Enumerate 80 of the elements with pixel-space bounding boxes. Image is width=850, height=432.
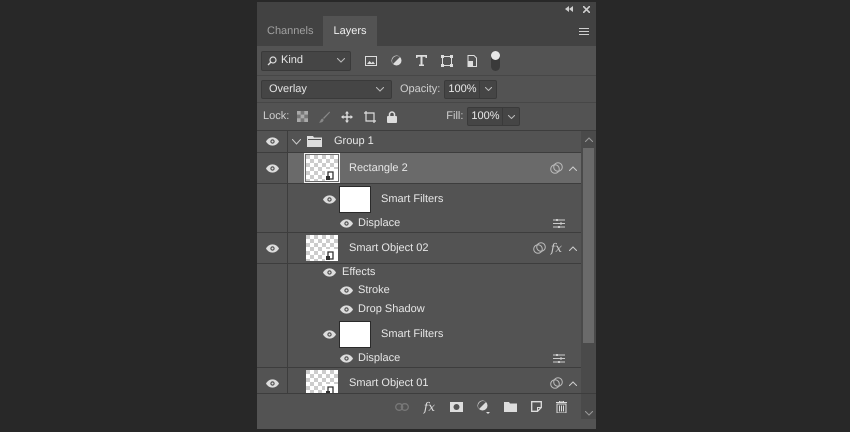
- filter-options-icon[interactable]: [553, 354, 565, 362]
- eye-icon[interactable]: [340, 354, 353, 362]
- eye-icon[interactable]: [266, 137, 278, 146]
- close-icon[interactable]: [583, 6, 590, 12]
- eye-icon[interactable]: [323, 330, 336, 338]
- scroll-thumb[interactable]: [583, 148, 594, 343]
- new-layer-icon[interactable]: [531, 401, 542, 412]
- opacity-label: Opacity:: [400, 82, 440, 97]
- caret-icon: [337, 58, 345, 63]
- search-icon: [267, 56, 277, 66]
- layer-name: Smart Filters: [381, 326, 444, 342]
- fill-dropdown-button[interactable]: [503, 107, 520, 126]
- folder-icon[interactable]: [504, 402, 517, 412]
- folder-icon: [307, 136, 322, 147]
- move-icon[interactable]: [341, 110, 354, 122]
- opacity-dropdown-button[interactable]: [480, 80, 498, 98]
- layer-name: Drop Shadow: [358, 302, 426, 318]
- layer-name: Group 1: [334, 134, 374, 150]
- shape-icon[interactable]: [441, 54, 453, 66]
- mask-icon[interactable]: [450, 402, 463, 412]
- layer-name: Displace: [358, 216, 402, 231]
- fx-badge[interactable]: fx: [550, 239, 563, 257]
- layer-row[interactable]: Smart Object 02 fx: [288, 233, 581, 263]
- layer-row[interactable]: Rectangle 2: [288, 153, 581, 183]
- panel-tab[interactable]: Layers: [323, 16, 377, 46]
- layer-name: Smart Object 01: [349, 376, 430, 391]
- trash-icon[interactable]: [556, 400, 567, 412]
- smart-object-badge-icon: [550, 377, 563, 389]
- layer-row[interactable]: Smart Object 01: [288, 368, 581, 393]
- layer-name: Stroke: [358, 283, 391, 298]
- collapse-caret-icon[interactable]: [569, 166, 577, 170]
- layer-style-button[interactable]: fx: [422, 400, 436, 414]
- expand-caret-icon[interactable]: [292, 138, 301, 144]
- caret-icon: [376, 86, 384, 92]
- image-icon[interactable]: [365, 56, 377, 66]
- scroll-up-icon[interactable]: [584, 137, 592, 142]
- blend-mode-dropdown[interactable]: Overlay: [261, 80, 392, 98]
- eye-icon[interactable]: [340, 305, 353, 314]
- eye-icon[interactable]: [340, 218, 353, 228]
- filter-dropdown[interactable]: Kind: [261, 50, 351, 70]
- lock-icon[interactable]: [387, 110, 398, 122]
- menu-icon[interactable]: [579, 28, 589, 34]
- eye-icon[interactable]: [266, 164, 278, 172]
- fill-label: Fill:: [446, 109, 464, 124]
- eye-icon[interactable]: [266, 244, 278, 252]
- filter-options-icon[interactable]: [553, 218, 565, 228]
- panel-tab[interactable]: Channels: [257, 16, 324, 46]
- layer-name: Displace: [358, 350, 402, 366]
- collapse-caret-icon[interactable]: [569, 246, 577, 250]
- eye-icon[interactable]: [340, 286, 353, 295]
- caret-icon: [508, 114, 515, 118]
- eye-icon[interactable]: [323, 194, 336, 204]
- scroll-down-icon[interactable]: [584, 411, 592, 416]
- eye-icon[interactable]: [266, 378, 278, 388]
- adjustment-icon[interactable]: [477, 400, 490, 414]
- caret-icon: [484, 87, 492, 91]
- filter-mask-thumbnail: [339, 186, 371, 212]
- filter-toggle[interactable]: [491, 50, 500, 70]
- fill-field[interactable]: 100%: [467, 107, 504, 126]
- smart-object-badge-icon: [550, 162, 563, 174]
- collapse-caret-icon[interactable]: [569, 380, 577, 386]
- smart-object-icon[interactable]: [467, 54, 477, 66]
- scrollbar[interactable]: [581, 131, 596, 393]
- type-icon[interactable]: [416, 55, 427, 66]
- opacity-field[interactable]: 100%: [444, 80, 480, 98]
- layer-name: Smart Filters: [381, 192, 444, 207]
- filter-value: Kind: [281, 53, 304, 68]
- lock-transparent-icon[interactable]: [297, 111, 308, 122]
- eye-icon[interactable]: [323, 268, 336, 277]
- layer-name: Effects: [342, 265, 376, 280]
- collapse-icon[interactable]: [565, 6, 573, 12]
- blend-mode-value: Overlay: [269, 82, 308, 97]
- smart-object-badge-icon: [532, 242, 546, 254]
- layer-thumbnail: [306, 235, 338, 261]
- adjustment-icon[interactable]: [391, 55, 402, 66]
- layer-thumbnail: [306, 155, 338, 181]
- layer-name: Smart Object 02: [349, 240, 430, 256]
- filter-mask-thumbnail: [339, 320, 371, 348]
- layer-name: Rectangle 2: [349, 160, 409, 176]
- lock-label: Lock:: [263, 109, 290, 124]
